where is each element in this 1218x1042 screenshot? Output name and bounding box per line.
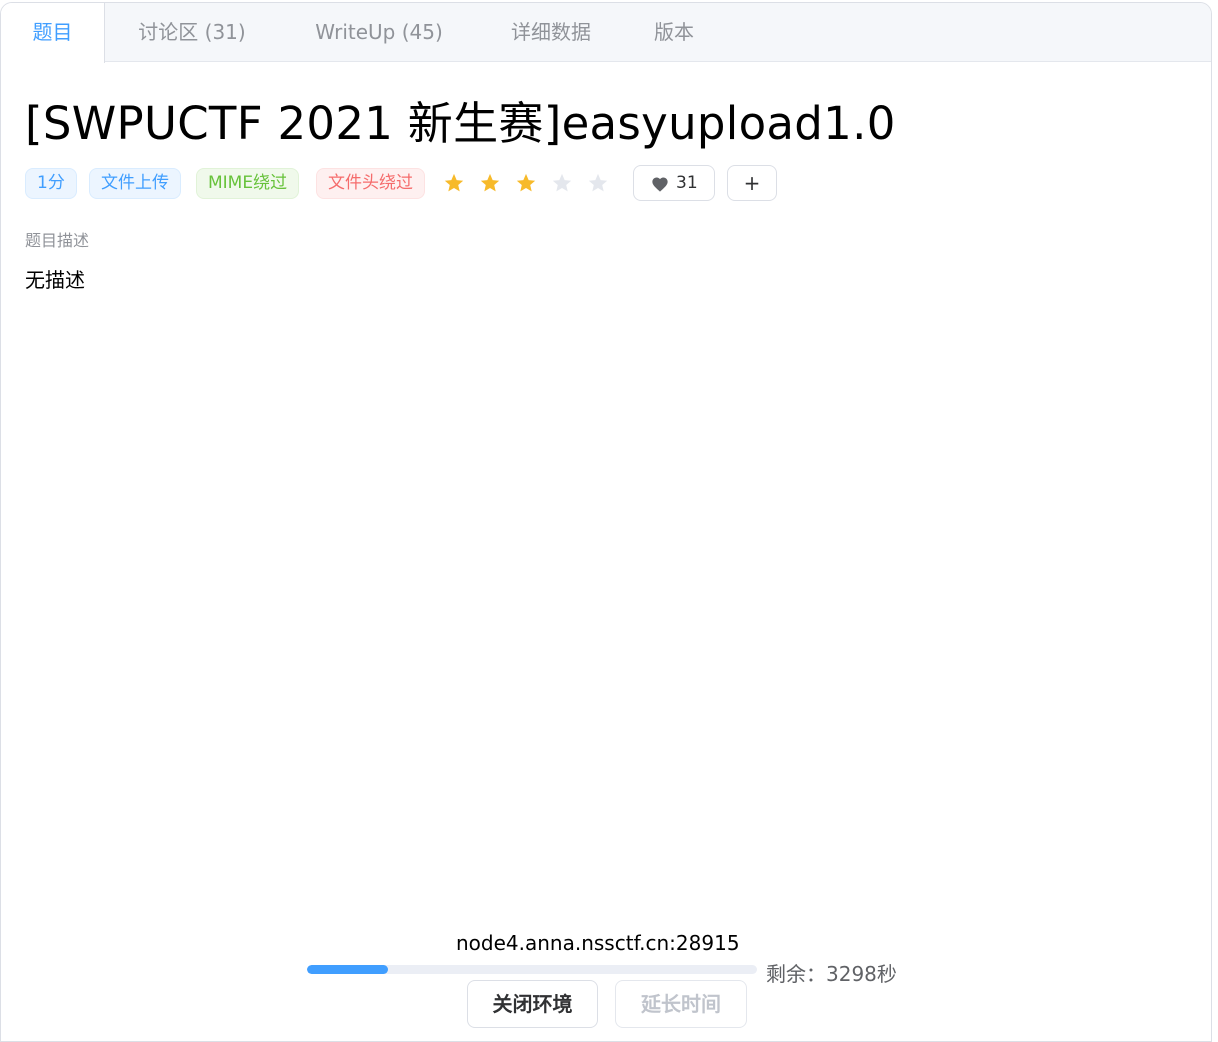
tag-file-upload: 文件上传 [89,168,181,199]
like-button[interactable]: 31 [633,165,715,201]
tab-version[interactable]: 版本 [637,3,711,62]
star-icon[interactable] [479,172,501,194]
time-progress-bar [307,965,757,974]
star-icon[interactable] [515,172,537,194]
star-icon[interactable] [587,172,609,194]
description-label: 题目描述 [25,231,90,250]
star-icon[interactable] [551,172,573,194]
remaining-time: 剩余：3298秒 [766,962,897,986]
close-environment-button[interactable]: 关闭环境 [467,980,598,1028]
heart-icon [652,177,668,192]
tab-discussion[interactable]: 讨论区 (31) [113,3,271,62]
tag-score: 1分 [25,168,77,199]
like-count: 31 [676,173,698,193]
tab-writeup[interactable]: WriteUp (45) [297,3,461,62]
tag-mime-bypass: MIME绕过 [196,168,300,199]
tab-statistics[interactable]: 详细数据 [493,3,609,62]
tab-problem[interactable]: 题目 [1,3,105,63]
environment-host[interactable]: node4.anna.nssctf.cn:28915 [456,931,740,955]
extend-time-button[interactable]: 延长时间 [615,980,747,1028]
time-progress-fill [307,965,388,974]
star-icon[interactable] [443,172,465,194]
star-rating[interactable] [443,168,613,198]
tag-file-header-bypass: 文件头绕过 [316,168,425,199]
problem-title: [SWPUCTF 2021 新生赛]easyupload1.0 [25,97,896,150]
description-text: 无描述 [25,268,85,292]
add-button[interactable]: + [727,165,777,201]
tab-bar: 题目 讨论区 (31) WriteUp (45) 详细数据 版本 [1,3,1211,63]
problem-card: 题目 讨论区 (31) WriteUp (45) 详细数据 版本 [SWPUCT… [0,2,1212,1042]
